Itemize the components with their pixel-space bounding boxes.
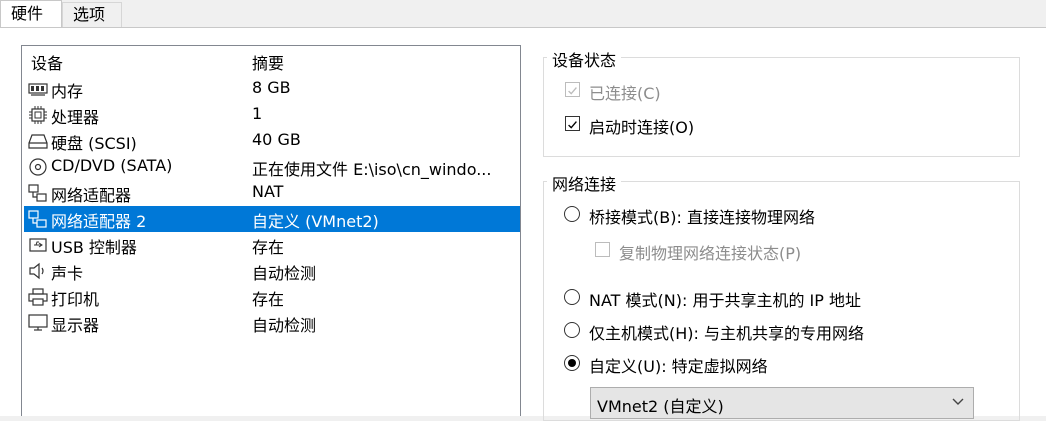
- usb-icon: [29, 238, 47, 252]
- device-name: CD/DVD (SATA): [51, 156, 173, 175]
- device-summary: 1: [252, 104, 263, 123]
- chevron-down-icon: [952, 398, 964, 405]
- network-adapter-icon: [28, 184, 47, 202]
- device-row-network-adapter[interactable]: 网络适配器 NAT: [24, 180, 520, 206]
- device-row-cd-dvd[interactable]: CD/DVD (SATA) 正在使用文件 E:\iso\cn_windo...: [24, 154, 520, 180]
- custom-network-select[interactable]: VMnet2 (自定义): [590, 387, 974, 419]
- tab-options-label: 选项: [73, 5, 106, 24]
- processor-icon: [29, 106, 47, 124]
- device-name: 显示器: [51, 316, 100, 335]
- check-icon: [568, 121, 577, 129]
- device-name: USB 控制器: [51, 238, 137, 257]
- printer-icon: [28, 288, 48, 306]
- tab-hardware[interactable]: 硬件: [0, 0, 62, 27]
- column-header-summary[interactable]: 摘要: [252, 50, 284, 74]
- speaker-icon: [29, 262, 44, 280]
- custom-network-value: VMnet2 (自定义): [597, 397, 724, 416]
- check-icon: [568, 87, 577, 95]
- device-name: 硬盘 (SCSI): [51, 134, 137, 153]
- connect-at-power-on-checkbox[interactable]: [565, 116, 580, 131]
- device-summary: 40 GB: [252, 130, 301, 149]
- connected-checkbox[interactable]: [565, 82, 580, 97]
- device-name: 打印机: [51, 290, 100, 309]
- monitor-icon: [28, 314, 48, 331]
- device-row-display[interactable]: 显示器 自动检测: [24, 310, 520, 336]
- device-row-usb-controller[interactable]: USB 控制器 存在: [24, 232, 520, 258]
- bridged-label: 桥接模式(B): 直接连接物理网络: [589, 208, 815, 227]
- device-summary: 存在: [252, 290, 285, 309]
- device-list[interactable]: 设备 摘要 内存 8 GB 处理器 1 硬盘 (SCSI) 40 GB CD/D…: [21, 45, 521, 416]
- network-connection-title: 网络连接: [547, 171, 622, 195]
- replicate-state-label: 复制物理网络连接状态(P): [619, 244, 802, 263]
- nat-label: NAT 模式(N): 用于共享主机的 IP 地址: [589, 291, 862, 310]
- bridged-radio[interactable]: [564, 206, 580, 222]
- device-summary: 存在: [252, 238, 285, 257]
- device-summary: 8 GB: [252, 78, 291, 97]
- memory-icon: [28, 83, 48, 96]
- list-header: 设备 摘要: [22, 46, 520, 76]
- device-name: 内存: [51, 82, 84, 101]
- nat-radio[interactable]: [564, 289, 580, 305]
- device-row-printer[interactable]: 打印机 存在: [24, 284, 520, 310]
- device-summary: NAT: [252, 182, 284, 201]
- custom-radio[interactable]: [564, 355, 580, 371]
- custom-label: 自定义(U): 特定虚拟网络: [589, 357, 768, 376]
- connected-label: 已连接(C): [589, 84, 661, 103]
- device-summary: 自定义 (VMnet2): [252, 212, 379, 231]
- host-only-radio[interactable]: [564, 322, 580, 338]
- column-header-device[interactable]: 设备: [31, 50, 63, 74]
- device-summary: 正在使用文件 E:\iso\cn_windo...: [252, 160, 492, 179]
- device-name: 处理器: [51, 108, 100, 127]
- device-name: 网络适配器 2: [51, 212, 147, 231]
- radio-selected-dot: [568, 359, 576, 367]
- connect-at-power-on-label: 启动时连接(O): [589, 118, 695, 137]
- device-summary: 自动检测: [252, 264, 317, 283]
- device-summary: 自动检测: [252, 316, 317, 335]
- device-row-network-adapter-2[interactable]: 网络适配器 2 自定义 (VMnet2): [24, 206, 520, 232]
- device-row-sound-card[interactable]: 声卡 自动检测: [24, 258, 520, 284]
- hard-disk-icon: [28, 134, 48, 149]
- device-status-group: [543, 57, 1020, 157]
- network-adapter-icon: [28, 210, 47, 228]
- host-only-label: 仅主机模式(H): 与主机共享的专用网络: [589, 324, 864, 343]
- tab-hardware-label: 硬件: [11, 4, 44, 23]
- device-row-processor[interactable]: 处理器 1: [24, 102, 520, 128]
- replicate-state-checkbox[interactable]: [595, 242, 610, 257]
- device-name: 网络适配器: [51, 186, 132, 205]
- device-row-memory[interactable]: 内存 8 GB: [24, 76, 520, 102]
- cd-dvd-icon: [29, 158, 47, 176]
- device-row-hard-disk[interactable]: 硬盘 (SCSI) 40 GB: [24, 128, 520, 154]
- device-name: 声卡: [51, 264, 84, 283]
- tab-options[interactable]: 选项: [62, 2, 122, 27]
- device-status-title: 设备状态: [547, 47, 622, 71]
